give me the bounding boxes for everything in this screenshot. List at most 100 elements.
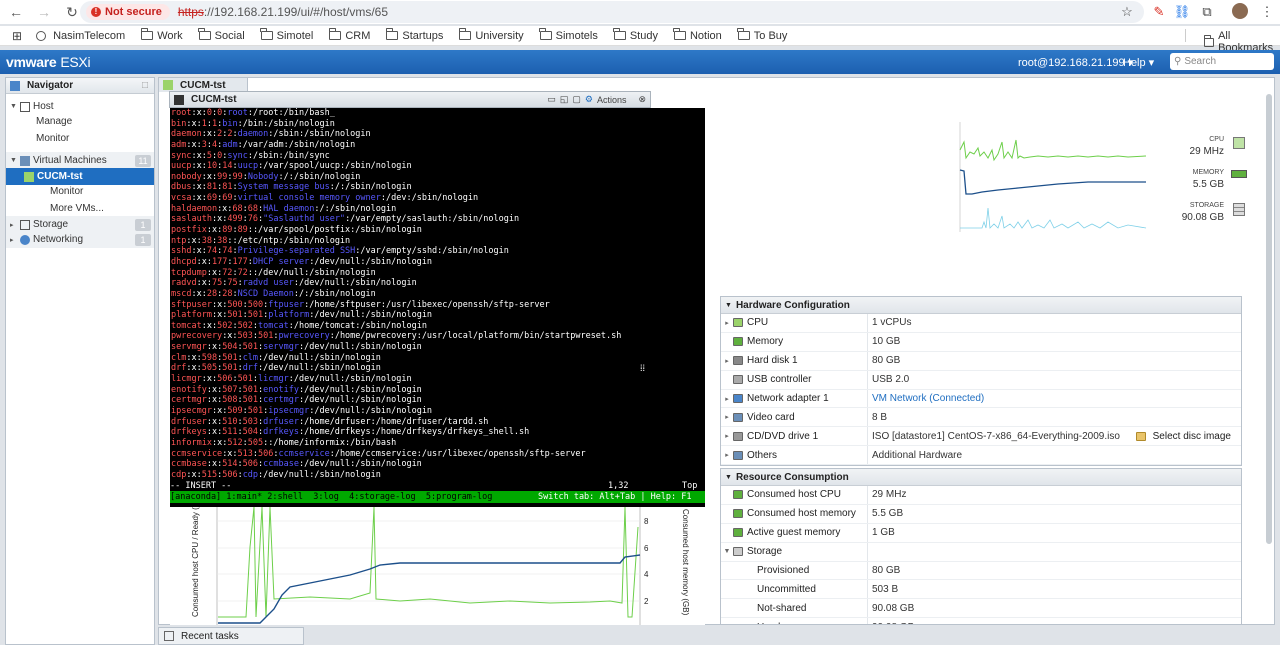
console-text-segment: 38 — [201, 235, 212, 246]
collapse-arrow-icon[interactable]: ▼ — [725, 474, 732, 481]
expand-arrow-icon[interactable]: ▸ — [721, 413, 733, 421]
menu-icon[interactable]: ⋮ — [1258, 3, 1276, 21]
expand-arrow-icon[interactable]: ▸ — [721, 451, 733, 459]
select-disc-image-button[interactable]: Select disc image — [1135, 431, 1231, 442]
console-text-segment: :x: — [222, 448, 238, 459]
close-icon[interactable]: ⊗ — [638, 94, 646, 105]
forward-icon[interactable]: → — [32, 1, 56, 23]
nav-virtual-machines[interactable]: ▼ Virtual Machines 11 — [6, 152, 154, 169]
console-text-segment: 509 — [227, 405, 243, 416]
browser-toolbar: ← → ↻ ! Not secure https://192.168.21.199… — [0, 0, 1280, 24]
bookmark-folder[interactable]: To Buy — [737, 28, 787, 42]
expand-arrow-icon[interactable]: ▸ — [721, 319, 733, 327]
device-icon — [733, 450, 743, 460]
extensions-icon[interactable]: ⧉ — [1198, 3, 1216, 21]
gear-icon[interactable]: ⚙ — [585, 94, 593, 105]
bookmark-folder[interactable]: Simotels — [539, 28, 598, 42]
bookmark-folder[interactable]: Simotel — [260, 28, 313, 42]
expand-arrow-icon[interactable]: ▼ — [10, 157, 18, 164]
folder-icon — [737, 28, 750, 40]
help-menu[interactable]: Help ▾ — [1123, 56, 1154, 69]
collapse-arrow-icon[interactable]: ▼ — [725, 302, 732, 309]
console-line: uucp:x:10:14:uucp:/var/spool/uucp:/sbin/… — [171, 161, 705, 172]
address-bar[interactable]: ! Not secure https://192.168.21.199/ui/#/… — [80, 1, 1144, 23]
navigator-panel: Navigator □ ▼ Host Manage Monitor ▼ Virtual… — [5, 77, 155, 645]
bookmark-folder[interactable]: Work — [140, 28, 183, 42]
hardware-row[interactable]: ▸ Hard disk 1 80 GB — [721, 351, 1241, 371]
bookmark-folder[interactable]: Social — [198, 28, 245, 42]
nav-manage[interactable]: Manage — [6, 113, 154, 130]
expand-arrow-icon[interactable]: ▸ — [721, 395, 733, 403]
console-text-segment: ccmservice — [171, 448, 223, 459]
link-extension-icon[interactable]: ⛓ — [1173, 3, 1191, 21]
back-icon[interactable]: ← — [4, 1, 28, 23]
recent-tasks-tab[interactable]: Recent tasks — [158, 627, 304, 645]
console-text-segment: ftpuser — [268, 299, 305, 310]
console-text-segment: 99 — [232, 171, 243, 182]
memory-chip-icon — [1231, 170, 1247, 178]
bookmarks-bar: ⊞ NasimTelecom Work Social Simotel CRM S… — [0, 26, 1280, 54]
bookmark-folder[interactable]: CRM — [328, 28, 370, 42]
collapse-icon[interactable]: □ — [142, 80, 148, 91]
console-line: vcsa:x:69:69:virtual console memory owne… — [171, 193, 705, 204]
bookmark-item[interactable]: NasimTelecom — [36, 30, 125, 42]
expand-arrow-icon[interactable]: ▸ — [721, 432, 733, 440]
user-menu[interactable]: root@192.168.21.199 ▾ — [1018, 56, 1133, 69]
actions-button[interactable]: Actions — [597, 95, 627, 105]
warning-icon: ! — [91, 7, 101, 17]
main-scrollbar[interactable] — [1266, 94, 1272, 544]
console-text-segment: System message bus — [237, 182, 330, 193]
console-text-segment: :x: — [201, 129, 218, 140]
console-text-segment: ipsecmgr — [268, 405, 310, 416]
expand-arrow-icon[interactable]: ▼ — [10, 103, 18, 110]
console-text-segment: bin — [222, 118, 238, 129]
hardware-row[interactable]: ▸ Others Additional Hardware — [721, 446, 1241, 466]
hardware-configuration-header[interactable]: ▼ Hardware Configuration — [721, 297, 1241, 314]
expand-arrow-icon[interactable]: ▸ — [721, 357, 733, 365]
bookmark-folder[interactable]: Study — [613, 28, 658, 42]
nav-more-vms[interactable]: More VMs... — [6, 200, 154, 217]
bookmark-folder[interactable]: Notion — [673, 28, 722, 42]
console-line: dbus:x:81:81:System message bus:/:/sbin/… — [171, 182, 705, 193]
hardware-row[interactable]: ▸ CPU 1 vCPUs — [721, 314, 1241, 333]
hardware-row[interactable]: ▸ CD/DVD drive 1 ISO [datastore1] CentOS-7… — [721, 427, 1241, 447]
apps-grid-icon[interactable]: ⊞ — [12, 29, 22, 43]
minimize-icon[interactable]: ▭ — [547, 94, 556, 105]
hardware-row[interactable]: ▸ Video card 8 B — [721, 408, 1241, 428]
expand-arrow-icon[interactable]: ▸ — [10, 221, 18, 229]
resource-consumption-header[interactable]: ▼ Resource Consumption — [721, 469, 1241, 486]
resource-row-value: 80 GB — [872, 565, 901, 576]
maximize-icon[interactable]: ▢ — [572, 94, 581, 105]
search-box[interactable]: ⚲ Search — [1170, 53, 1274, 70]
resource-row: Uncommitted 503 B — [721, 580, 1241, 600]
console-text-segment: :/home/pwrecovery:/usr/local/platform/bi… — [329, 331, 622, 342]
expand-arrow-icon[interactable]: ▸ — [10, 236, 18, 244]
console-text-segment: 598 — [201, 352, 218, 363]
console-text-segment: 501 — [247, 405, 264, 416]
expand-arrow-icon[interactable]: ▼ — [721, 548, 733, 555]
bookmark-star-icon[interactable]: ☆ — [1118, 3, 1136, 21]
hardware-row-value[interactable]: VM Network (Connected) — [868, 393, 984, 404]
pen-extension-icon[interactable]: ✎ — [1150, 3, 1168, 21]
console-text-segment: 503 — [237, 331, 253, 342]
profile-avatar[interactable] — [1232, 3, 1248, 19]
resource-row[interactable]: ▼ Storage — [721, 542, 1241, 562]
bookmark-folder[interactable]: University — [458, 28, 524, 42]
tab-cucm-tst[interactable]: CUCM-tst — [158, 77, 248, 92]
search-input[interactable]: Search — [1184, 56, 1216, 67]
restore-icon[interactable]: ◱ — [560, 94, 569, 105]
console-window-header[interactable]: CUCM-tst ▭ ◱ ▢ ⚙ Actions ⊗ — [169, 91, 651, 108]
nav-networking[interactable]: ▸ Networking 1 — [6, 231, 154, 248]
nav-monitor[interactable]: Monitor — [6, 130, 154, 147]
console-text-segment: bin — [171, 118, 187, 129]
console-text-segment: drf — [171, 363, 187, 374]
cpu-series-line — [218, 507, 639, 618]
console-text-segment: 38 — [217, 235, 228, 246]
bookmark-folder[interactable]: Startups — [385, 28, 443, 42]
nav-vm-monitor[interactable]: Monitor — [6, 183, 154, 200]
console-text-segment: 499 — [227, 214, 243, 225]
console-text-segment: :/dev/null:/sbin/nologin — [288, 374, 412, 385]
hardware-row[interactable]: ▸ Network adapter 1 VM Network (Connected) — [721, 389, 1241, 409]
vm-console-screen[interactable]: root:x:0:0:root:/root:/bin/bash_ bin:x:1:… — [170, 108, 705, 507]
not-secure-chip[interactable]: ! Not secure — [86, 4, 170, 20]
